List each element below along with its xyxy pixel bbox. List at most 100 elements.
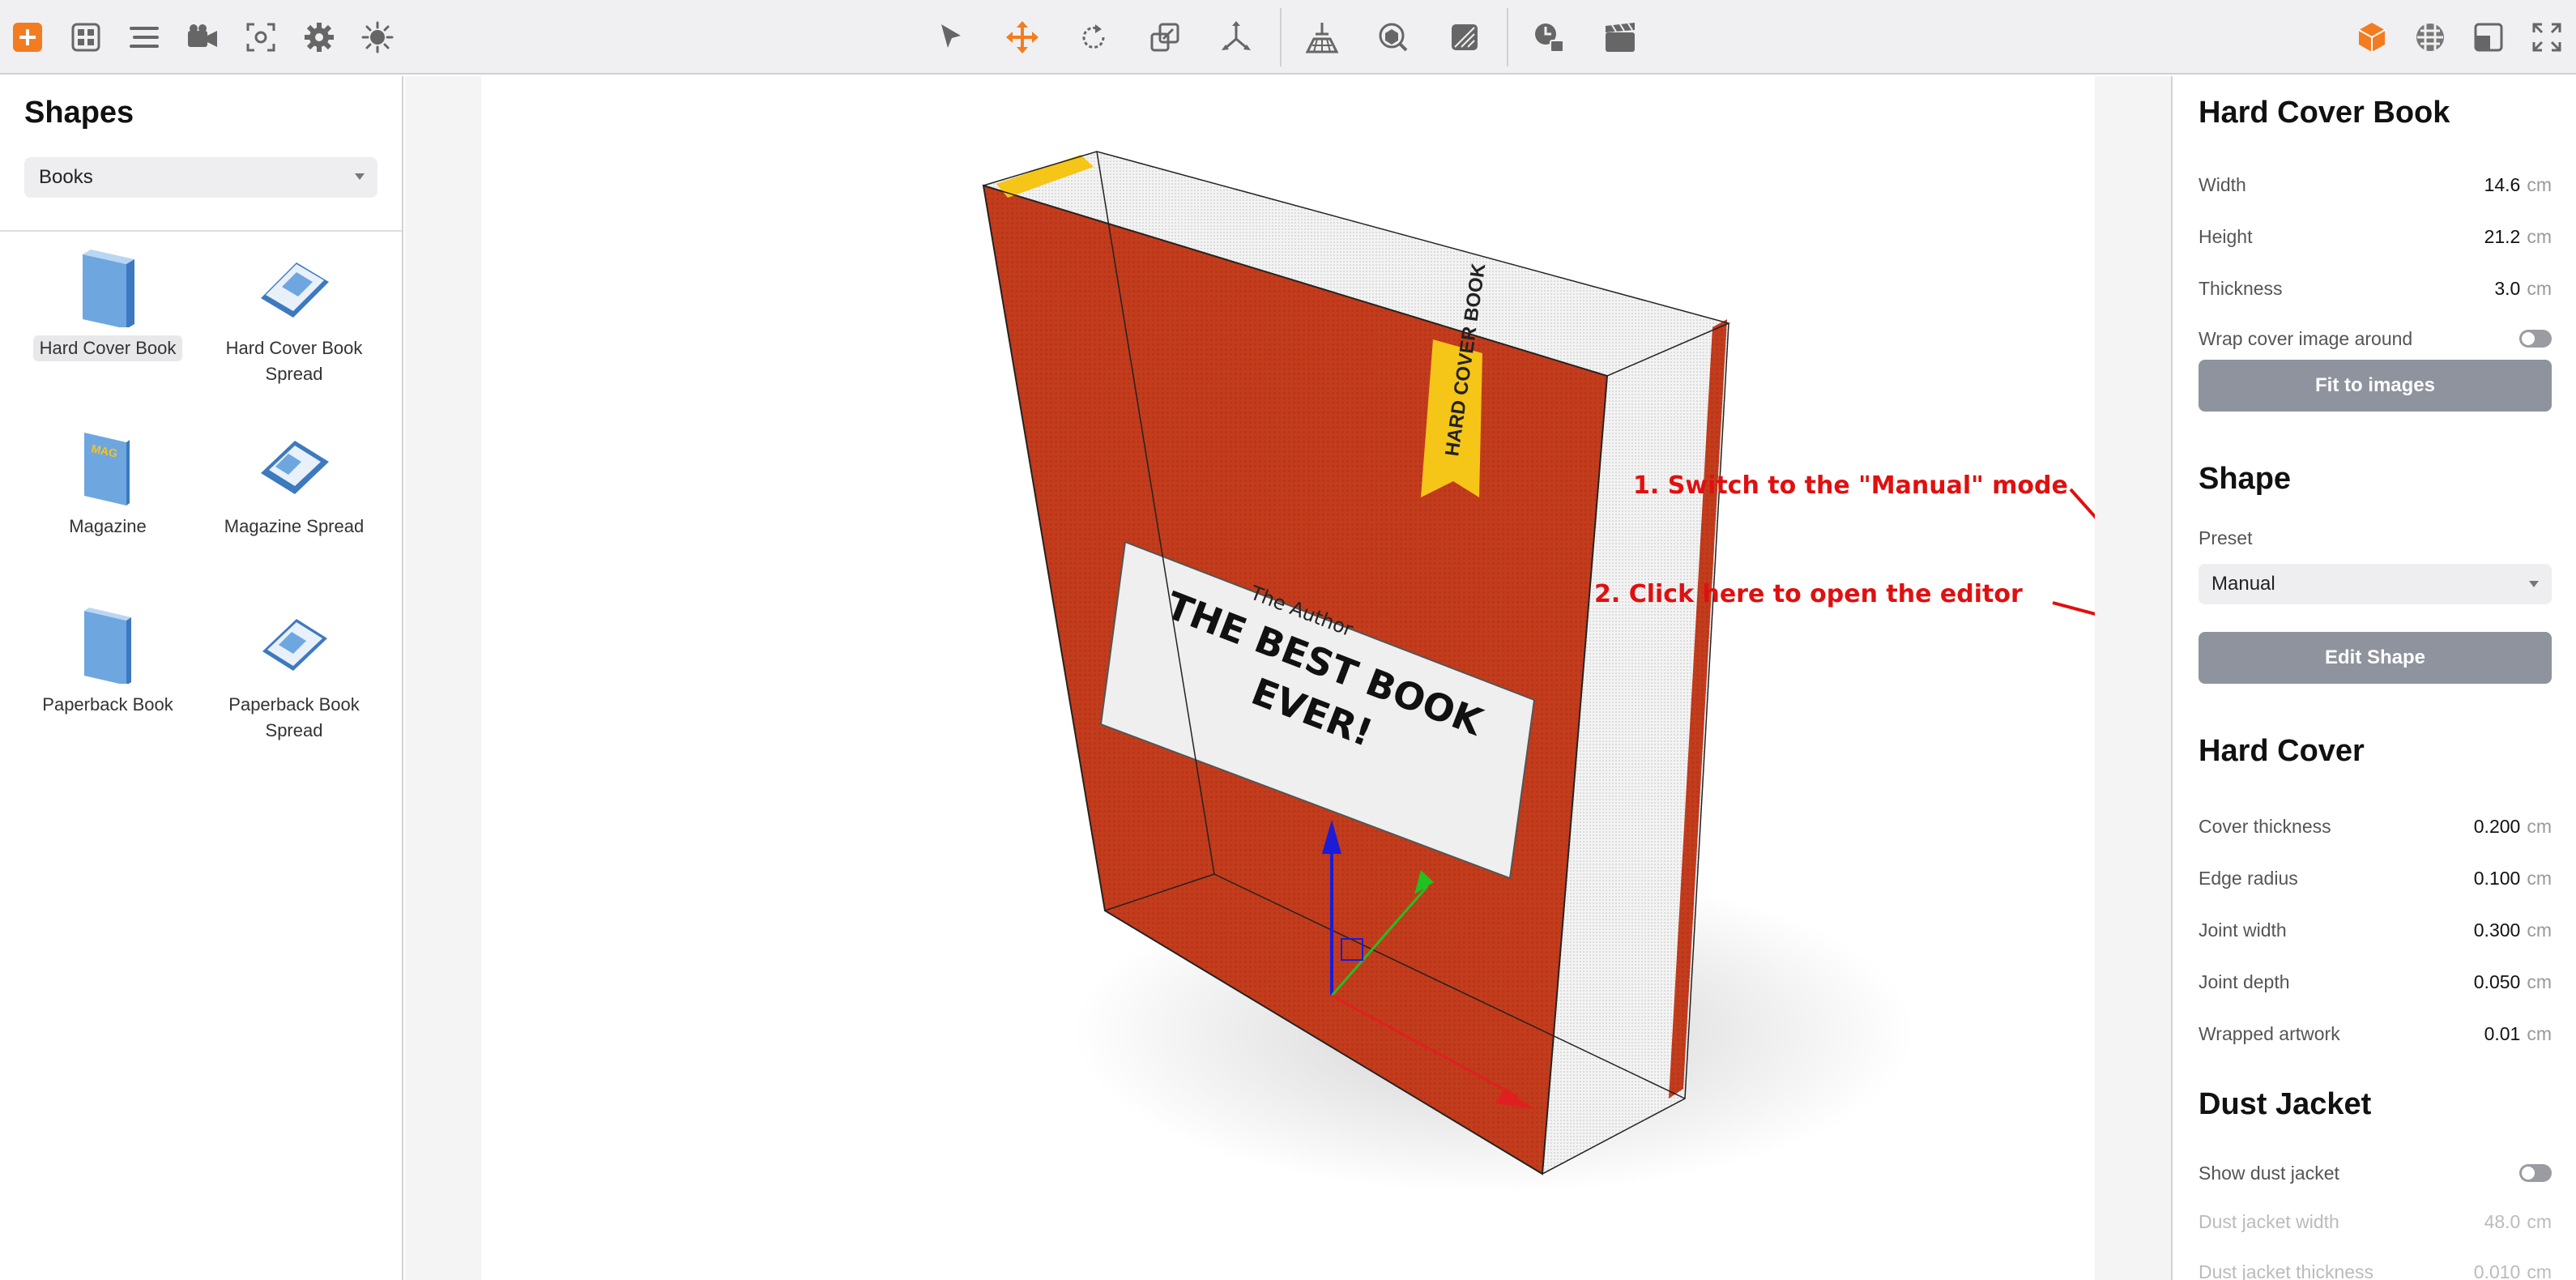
shape-label: Paperback Book Spread <box>228 694 360 740</box>
section-title-dust-jacket: Dust Jacket <box>2199 1087 2372 1121</box>
prop-value[interactable]: 0.050 <box>2474 971 2521 993</box>
prop-value[interactable]: 14.6 <box>2484 174 2521 196</box>
section-title-shape: Shape <box>2199 462 2292 496</box>
add-icon[interactable] <box>2 11 53 63</box>
prop-label: Dust jacket thickness <box>2199 1261 2374 1280</box>
prop-width[interactable]: Width 14.6 cm <box>2199 169 2552 201</box>
hard-cover-book-spread-icon <box>261 262 329 318</box>
list-icon[interactable] <box>118 11 170 63</box>
magazine-icon: MAG <box>84 433 130 506</box>
prop-label: Thickness <box>2199 277 2283 299</box>
move-icon[interactable] <box>996 11 1048 63</box>
prop-unit: cm <box>2527 173 2552 195</box>
prop-thickness[interactable]: Thickness 3.0 cm <box>2199 272 2552 305</box>
prop-value[interactable]: 0.100 <box>2474 868 2521 890</box>
sphere-icon[interactable] <box>2404 11 2456 63</box>
prop-dust-jacket-thickness: Dust jacket thickness 0.010 cm <box>2199 1256 2552 1280</box>
shape-item-hard-cover-book-spread[interactable]: Hard Cover Book Spread <box>213 246 375 387</box>
prop-unit: cm <box>2527 1210 2552 1232</box>
prop-value[interactable]: 0.01 <box>2484 1023 2521 1045</box>
prop-cover-thickness[interactable]: Cover thickness 0.200 cm <box>2199 810 2552 843</box>
prop-label: Dust jacket width <box>2199 1210 2339 1232</box>
texture-icon[interactable] <box>1439 11 1491 63</box>
prop-unit: cm <box>2527 1261 2552 1280</box>
shape-item-hard-cover-book[interactable]: Hard Cover Book <box>27 246 189 361</box>
hard-cover-book-icon <box>83 250 134 327</box>
annotation-step1: 1. Switch to the "Manual" mode <box>1633 471 2068 500</box>
prop-label: Wrapped artwork <box>2199 1022 2340 1044</box>
dust-jacket-toggle[interactable] <box>2519 1164 2552 1182</box>
prop-value: 48.0 <box>2484 1210 2521 1232</box>
edit-shape-button[interactable]: Edit Shape <box>2199 632 2552 684</box>
shape-label: Hard Cover Book Spread <box>225 338 363 384</box>
wrap-cover-toggle[interactable] <box>2519 330 2552 348</box>
chevron-down-icon <box>2529 581 2539 587</box>
pointer-icon[interactable] <box>925 11 977 63</box>
axes-icon[interactable] <box>1210 11 1262 63</box>
prop-joint-depth[interactable]: Joint depth 0.050 cm <box>2199 966 2552 998</box>
fullscreen-icon[interactable] <box>2521 11 2573 63</box>
paperback-book-icon <box>84 608 131 684</box>
camera-icon[interactable] <box>177 11 228 63</box>
section-title-hard-cover: Hard Cover <box>2199 734 2365 768</box>
section-title-object: Hard Cover Book <box>2199 96 2450 130</box>
shape-item-paperback-book-spread[interactable]: Paperback Book Spread <box>213 603 375 744</box>
prop-unit: cm <box>2527 225 2552 247</box>
prop-height[interactable]: Height 21.2 cm <box>2199 220 2552 253</box>
prop-unit: cm <box>2527 815 2552 837</box>
3d-viewport[interactable]: HARD COVER BOOK The Author THE BEST BOOK… <box>405 76 2171 1280</box>
prop-label: Joint width <box>2199 919 2287 941</box>
grid-icon[interactable] <box>60 11 112 63</box>
prop-dust-jacket-width: Dust jacket width 48.0 cm <box>2199 1205 2552 1238</box>
shape-item-paperback-book[interactable]: Paperback Book <box>27 603 189 718</box>
prop-wrapped-artwork[interactable]: Wrapped artwork 0.01 cm <box>2199 1018 2552 1050</box>
annotation-arrows <box>2052 488 2095 616</box>
shape-item-magazine[interactable]: MAG Magazine <box>27 425 189 540</box>
prop-label: Wrap cover image around <box>2199 327 2413 349</box>
prop-label: Width <box>2199 173 2246 195</box>
prop-unit: cm <box>2527 867 2552 889</box>
shape-label: Paperback Book <box>42 694 173 715</box>
prop-joint-width[interactable]: Joint width 0.300 cm <box>2199 914 2552 946</box>
rotate-icon[interactable] <box>1068 11 1120 63</box>
prop-label: Show dust jacket <box>2199 1162 2339 1184</box>
prop-show-dust-jacket[interactable]: Show dust jacket <box>2199 1157 2552 1189</box>
cube-icon[interactable] <box>2346 11 2398 63</box>
prop-wrap-cover[interactable]: Wrap cover image around <box>2199 322 2552 355</box>
shapes-panel: Shapes Books Hard Cover Book Hard Cover … <box>0 76 403 1280</box>
prop-label: Preset <box>2199 527 2253 548</box>
prop-label: Cover thickness <box>2199 815 2331 837</box>
prop-value[interactable]: 21.2 <box>2484 226 2521 248</box>
properties-panel: Hard Cover Book Width 14.6 cm Height 21.… <box>2171 76 2576 1280</box>
prop-value: 0.010 <box>2473 1261 2521 1280</box>
animation-icon[interactable] <box>1523 11 1575 63</box>
divider <box>0 230 402 232</box>
magazine-spread-icon <box>261 441 329 494</box>
prop-unit: cm <box>2527 277 2552 299</box>
light-icon[interactable] <box>352 11 403 63</box>
render-canvas[interactable]: HARD COVER BOOK The Author THE BEST BOOK… <box>481 76 2095 1280</box>
prop-value[interactable]: 0.300 <box>2474 919 2521 941</box>
material-icon[interactable] <box>1367 11 1419 63</box>
scale-icon[interactable] <box>1139 11 1191 63</box>
prop-unit: cm <box>2527 971 2552 992</box>
category-dropdown[interactable]: Books <box>24 157 377 198</box>
focus-icon[interactable] <box>235 11 287 63</box>
book-render[interactable]: HARD COVER BOOK The Author THE BEST BOOK… <box>481 76 2095 1280</box>
clapper-icon[interactable] <box>1594 11 1646 63</box>
prop-value[interactable]: 3.0 <box>2494 278 2520 300</box>
fit-to-images-button[interactable]: Fit to images <box>2199 360 2552 412</box>
prop-value[interactable]: 0.200 <box>2474 816 2521 838</box>
panel-title: Shapes <box>24 96 134 130</box>
shape-label: Magazine Spread <box>224 516 365 536</box>
prop-edge-radius[interactable]: Edge radius 0.100 cm <box>2199 862 2552 894</box>
layout-icon[interactable] <box>2463 11 2514 63</box>
paperback-book-spread-icon <box>262 619 327 671</box>
shape-item-magazine-spread[interactable]: Magazine Spread <box>213 425 375 540</box>
floor-icon[interactable] <box>1296 11 1348 63</box>
preset-select[interactable]: Manual <box>2199 564 2552 604</box>
chevron-down-icon <box>355 173 365 180</box>
gear-icon[interactable] <box>293 11 345 63</box>
prop-preset: Preset <box>2199 522 2552 554</box>
toolbar-separator <box>1507 8 1508 66</box>
